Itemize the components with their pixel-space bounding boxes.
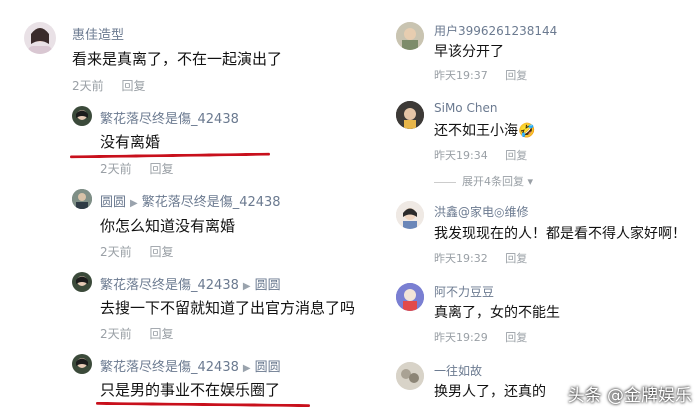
comment-time: 昨天19:32	[434, 252, 488, 265]
comment-meta: 2天前 回复	[72, 77, 145, 94]
avatar[interactable]	[24, 22, 56, 54]
reply-text: 只是男的事业不在娱乐圈了	[100, 381, 281, 399]
reply-arrow-icon: ▶	[242, 281, 251, 292]
comment-meta: 昨天19:37 回复	[434, 67, 527, 83]
reply-button[interactable]: 回复	[121, 79, 145, 93]
avatar[interactable]	[396, 22, 424, 50]
reply-button[interactable]: 回复	[505, 69, 527, 82]
reply-button[interactable]: 回复	[505, 331, 527, 344]
comment-time: 昨天19:29	[434, 331, 488, 344]
comment-time: 昨天19:37	[434, 69, 488, 82]
reply-username[interactable]: 圆圆 ▶ 繁花落尽终是傷_42438	[100, 191, 281, 210]
comment-username[interactable]: 用户3996261238144	[434, 22, 557, 39]
comment-time: 昨天19:34	[434, 149, 488, 162]
highlight-underline	[95, 401, 311, 408]
reply-button[interactable]: 回复	[505, 252, 527, 265]
reply-meta: 2天前 回复	[100, 243, 173, 260]
avatar[interactable]	[72, 272, 92, 292]
reply-button[interactable]: 回复	[149, 162, 173, 176]
comment-thread: 惠佳造型 看来是真离了，不在一起演出了 2天前 回复	[0, 0, 370, 95]
reply-meta: 2天前 回复	[100, 325, 173, 342]
reply-text: 你怎么知道没有离婚	[100, 217, 236, 235]
comment-time: 2天前	[72, 79, 104, 93]
divider	[434, 181, 456, 183]
comment-username[interactable]: 阿不力豆豆	[434, 283, 494, 300]
comment-username[interactable]: 惠佳造型	[72, 24, 124, 43]
comment-text: 真离了，女的不能生	[434, 305, 560, 321]
avatar[interactable]	[396, 201, 424, 229]
reply-username[interactable]: 繁花落尽终是傷_42438	[100, 108, 239, 127]
avatar[interactable]	[396, 101, 424, 129]
reply-author[interactable]: 繁花落尽终是傷_42438	[100, 360, 239, 375]
comment-username[interactable]: SiMo Chen	[434, 101, 497, 115]
reply-arrow-icon: ▶	[242, 363, 251, 374]
reply-meta: 2天前 回复	[100, 160, 173, 177]
comment-text: 我发现现在的人！都是看不得人家好啊！	[434, 226, 686, 242]
reply-target[interactable]: 圆圆	[255, 278, 281, 293]
reply-button[interactable]: 回复	[149, 327, 173, 341]
reply-target[interactable]: 繁花落尽终是傷_42438	[142, 195, 281, 210]
expand-replies-button[interactable]: 展开4条回复 ▾	[434, 173, 533, 189]
avatar[interactable]	[396, 362, 424, 390]
comment-username[interactable]: 一往如故	[434, 362, 482, 379]
avatar[interactable]	[396, 283, 424, 311]
comment-text: 换男人了，还真的	[434, 384, 546, 400]
reply-time: 2天前	[100, 162, 132, 176]
reply-target[interactable]: 圆圆	[255, 360, 281, 375]
reply-author[interactable]: 圆圆	[100, 195, 126, 210]
comment-meta: 昨天19:29 回复	[434, 329, 527, 345]
reply-button[interactable]: 回复	[505, 149, 527, 162]
avatar[interactable]	[72, 189, 92, 209]
reply-text: 去搜一下不留就知道了出官方消息了吗	[100, 299, 356, 317]
watermark: 头条 @金牌娱乐	[567, 386, 692, 406]
reply-username[interactable]: 繁花落尽终是傷_42438 ▶ 圆圆	[100, 356, 281, 375]
comment-meta: 昨天19:32 回复	[434, 250, 527, 266]
reply-time: 2天前	[100, 245, 132, 259]
reply-time: 2天前	[100, 327, 132, 341]
comment-text: 早该分开了	[434, 44, 504, 60]
comment-meta: 昨天19:34 回复	[434, 147, 527, 163]
reply-username[interactable]: 繁花落尽终是傷_42438 ▶ 圆圆	[100, 274, 281, 293]
comment-text: 还不如王小海🤣	[434, 123, 536, 139]
chevron-down-icon: ▾	[527, 175, 534, 188]
reply-author[interactable]: 繁花落尽终是傷_42438	[100, 278, 239, 293]
comment-text: 看来是真离了，不在一起演出了	[72, 50, 283, 68]
avatar[interactable]	[72, 106, 92, 126]
avatar[interactable]	[72, 354, 92, 374]
comment-username[interactable]: 洪鑫@家电◎维修	[434, 203, 528, 220]
reply-button[interactable]: 回复	[149, 245, 173, 259]
expand-replies-label[interactable]: 展开4条回复	[462, 175, 524, 188]
reply-arrow-icon: ▶	[130, 198, 138, 209]
highlight-underline	[69, 152, 271, 159]
reply-text: 没有离婚	[100, 133, 161, 151]
